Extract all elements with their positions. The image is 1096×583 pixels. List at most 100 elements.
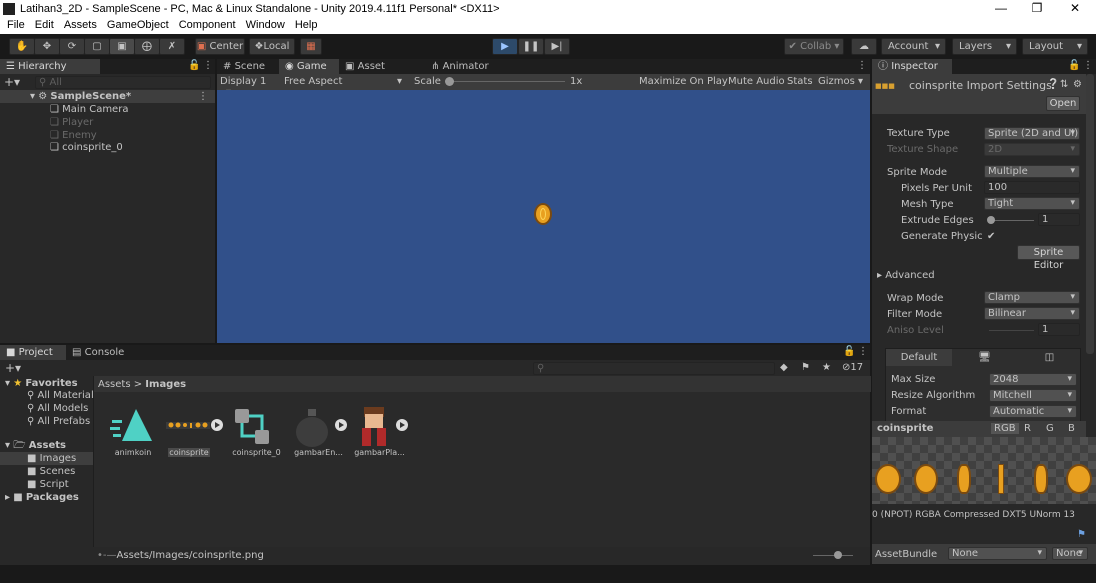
channel-g-button[interactable]: G [1046, 423, 1054, 434]
max-size-dropdown[interactable]: 2048 [989, 373, 1077, 386]
asset-coinsprite-0[interactable]: coinsprite_0 [229, 406, 284, 461]
game-viewport[interactable] [217, 90, 870, 343]
transform-tool-icon[interactable]: ⨁ [134, 38, 160, 55]
mesh-type-dropdown[interactable]: Tight [984, 197, 1080, 210]
tab-console[interactable]: ▤ Console [66, 345, 132, 360]
filter-mode-dropdown[interactable]: Bilinear [984, 307, 1080, 320]
stats-toggle[interactable]: Stats [787, 76, 813, 87]
rotate-tool-icon[interactable]: ⟳ [59, 38, 85, 55]
assets-folder[interactable]: ▾ 🗁 Assets [5, 439, 66, 452]
lock-icon[interactable]: 🔓 [1068, 60, 1080, 71]
menu-component[interactable]: Component [179, 19, 236, 31]
folder-scenes[interactable]: ■ Scenes [27, 465, 75, 478]
lock-icon[interactable]: 🔓 [843, 346, 855, 357]
extrude-edges-input[interactable]: 1 [1038, 213, 1080, 226]
packages-folder[interactable]: ▸ ■ Packages [5, 491, 79, 504]
favorite-all-models[interactable]: ⚲ All Models [27, 402, 88, 415]
tab-animator[interactable]: ⋔ Animator [425, 59, 497, 74]
folder-script[interactable]: ■ Script [27, 478, 69, 491]
move-tool-icon[interactable]: ✥ [34, 38, 60, 55]
play-button[interactable]: ▶ [492, 38, 518, 55]
pivot-local-button[interactable]: ❖Local [249, 38, 295, 55]
help-icon[interactable]: ❔ [1047, 79, 1059, 90]
breadcrumb-current[interactable]: Images [145, 379, 186, 390]
menu-file[interactable]: File [7, 19, 25, 31]
step-button[interactable]: ▶| [544, 38, 570, 55]
format-dropdown[interactable]: Automatic [989, 405, 1077, 418]
channel-rgb-button[interactable]: RGB [991, 423, 1019, 434]
grid-snap-icon[interactable]: ▦ [300, 38, 322, 55]
maximize-on-play-toggle[interactable]: Maximize On Play [639, 76, 728, 87]
settings-gear-icon[interactable]: ⚙ [1073, 79, 1082, 90]
favorite-all-prefabs[interactable]: ⚲ All Prefabs [27, 415, 90, 428]
breadcrumb-root[interactable]: Assets [98, 379, 131, 390]
hierarchy-item-player[interactable]: ❏ Player [50, 116, 93, 129]
wrap-mode-dropdown[interactable]: Clamp [984, 291, 1080, 304]
inspector-scrollbar[interactable] [1086, 74, 1094, 354]
menu-edit[interactable]: Edit [35, 19, 54, 31]
scene-row[interactable]: ▾ ⚙ SampleScene* ⋮ [0, 90, 215, 103]
menu-assets[interactable]: Assets [64, 19, 97, 31]
assetbundle-dropdown[interactable]: None [948, 547, 1047, 560]
tab-inspector[interactable]: ⓘ Inspector [872, 59, 952, 74]
menu-gameobject[interactable]: GameObject [107, 19, 169, 31]
scale-slider-handle[interactable] [445, 77, 454, 86]
asset-gambar-enemy[interactable]: gambarEn... [291, 406, 349, 461]
extrude-edges-handle[interactable] [987, 216, 995, 224]
pause-button[interactable]: ❚❚ [518, 38, 544, 55]
rect-tool-icon[interactable]: ▣ [109, 38, 135, 55]
asset-gambar-player[interactable]: gambarPla... [352, 404, 410, 461]
tab-hierarchy[interactable]: ☰ Hierarchy [0, 59, 100, 74]
panel-menu-icon[interactable]: ⋮ [857, 60, 867, 71]
asset-label-tag-icon[interactable]: ⚑ [1077, 529, 1086, 540]
cloud-icon[interactable]: ☁ [851, 38, 877, 55]
gizmos-dropdown[interactable]: Gizmos ▾ [818, 76, 863, 87]
scale-tool-icon[interactable]: ▢ [84, 38, 110, 55]
asset-animkoin[interactable]: animkoin [108, 406, 158, 461]
generate-physics-checkbox[interactable]: ✔ [987, 230, 995, 243]
custom-tool-icon[interactable]: ✗ [159, 38, 185, 55]
asset-coinsprite[interactable]: coinsprite [164, 406, 224, 461]
thumbnail-size-handle[interactable] [834, 551, 842, 559]
sprite-mode-dropdown[interactable]: Multiple [984, 165, 1080, 178]
tab-game[interactable]: ◉ Game [279, 59, 339, 74]
assetbundle-variant-dropdown[interactable]: None [1052, 547, 1088, 560]
preset-icon[interactable]: ⇅ [1060, 79, 1068, 90]
minimize-button[interactable]: — [986, 1, 1016, 15]
collab-button[interactable]: ✔ Collab ▾ [784, 38, 844, 55]
menu-help[interactable]: Help [295, 19, 318, 31]
advanced-foldout[interactable]: ▸ Advanced [877, 269, 935, 282]
sprite-editor-button[interactable]: Sprite Editor [1017, 245, 1080, 271]
filter-label-icon[interactable]: ⚑ [801, 362, 810, 373]
menu-window[interactable]: Window [246, 19, 285, 31]
lock-icon[interactable]: 🔓 [188, 60, 200, 71]
extrude-edges-slider[interactable] [989, 220, 1034, 221]
folder-images[interactable]: ■ Images [0, 452, 93, 465]
account-dropdown[interactable]: Account ▾ [881, 38, 946, 55]
aspect-dropdown[interactable]: Free Aspect ▾ [284, 76, 404, 87]
panel-menu-icon[interactable]: ⋮ [1083, 60, 1093, 71]
favorite-all-materials[interactable]: ⚲ All Materials [27, 389, 99, 402]
hierarchy-item-main-camera[interactable]: ❏ Main Camera [50, 103, 128, 116]
panel-menu-icon[interactable]: ⋮ [858, 346, 868, 357]
pixels-per-unit-input[interactable]: 100 [984, 181, 1080, 194]
filter-type-icon[interactable]: ◆ [780, 362, 788, 373]
resize-algorithm-dropdown[interactable]: Mitchell [989, 389, 1077, 402]
hidden-packages-icon[interactable]: ⊘17 [842, 362, 863, 373]
panel-menu-icon[interactable]: ⋮ [203, 60, 213, 71]
tab-project[interactable]: ■ Project [0, 345, 66, 360]
maximize-button[interactable]: ❐ [1022, 1, 1052, 15]
platform-tab-standalone-icon[interactable]: 🖥 [952, 349, 1017, 366]
platform-tab-default[interactable]: Default [886, 349, 952, 366]
channel-r-button[interactable]: R [1024, 423, 1031, 434]
channel-b-button[interactable]: B [1068, 423, 1075, 434]
scale-slider[interactable] [445, 81, 565, 82]
mute-audio-toggle[interactable]: Mute Audio [728, 76, 785, 87]
create-add-icon[interactable]: +▾ [4, 75, 20, 89]
texture-type-dropdown[interactable]: Sprite (2D and UI) [984, 127, 1080, 140]
pivot-center-button[interactable]: ▣ Center [195, 38, 245, 55]
hierarchy-search-input[interactable]: ⚲ All [35, 76, 211, 89]
close-button[interactable]: ✕ [1060, 1, 1090, 15]
create-add-icon[interactable]: +▾ [5, 361, 21, 375]
open-button[interactable]: Open [1046, 96, 1080, 111]
